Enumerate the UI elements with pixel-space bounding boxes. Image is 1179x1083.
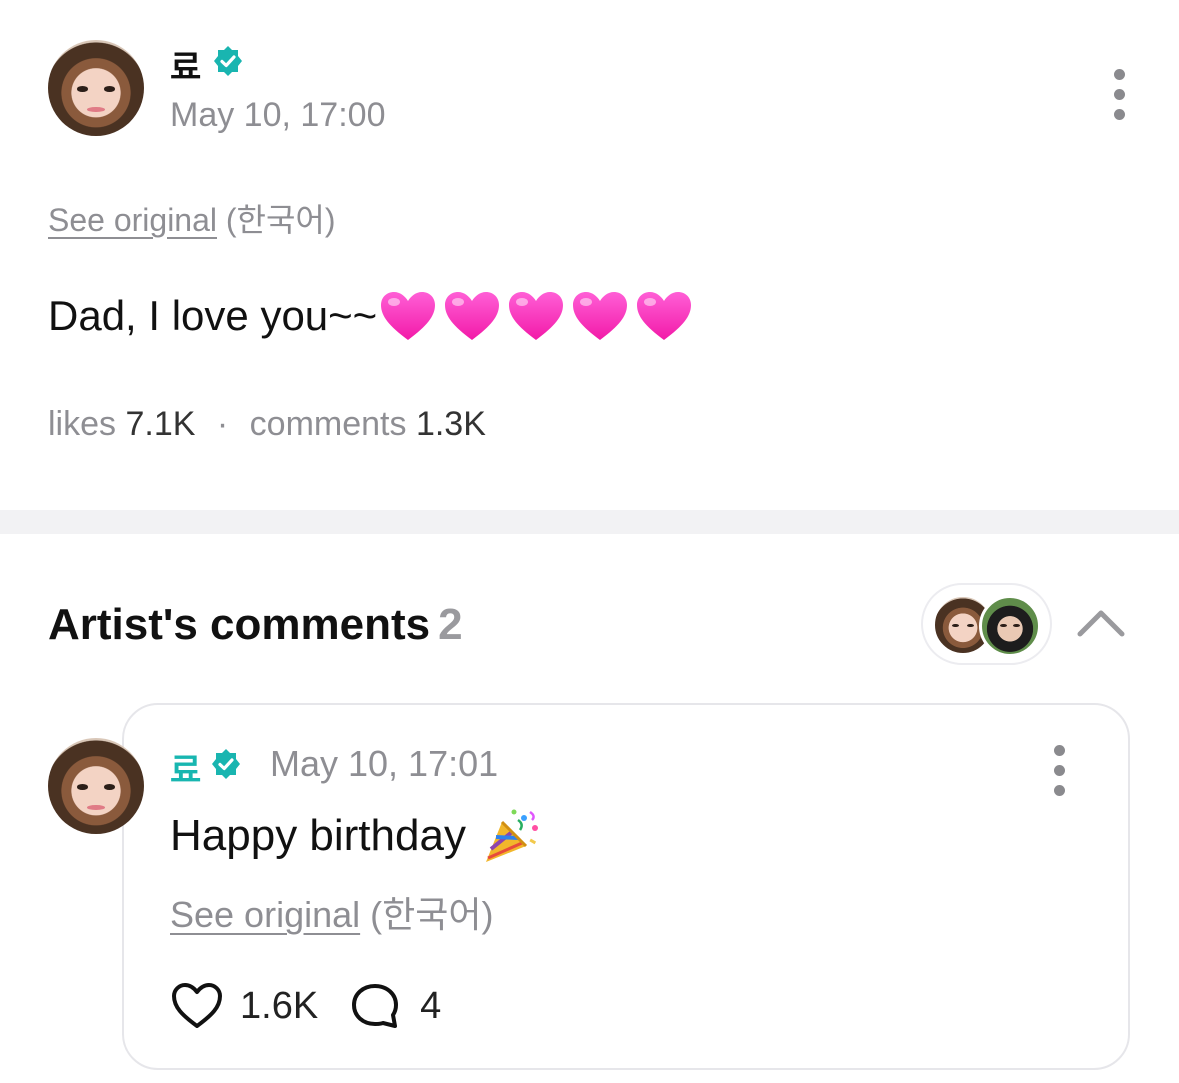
comment-actions: 1.6K 4 [170,982,441,1030]
comment-author-name[interactable]: 료 [170,743,201,792]
comment-reply-count: 4 [420,984,442,1027]
post-stats: likes 7.1K · comments 1.3K [48,405,486,444]
original-language: (한국어) [225,202,336,238]
pink-heart-icon [573,292,628,340]
artist-avatars-pill[interactable] [921,583,1052,665]
see-original-link[interactable]: See original [48,202,217,238]
post-text-content: Dad, I love you~~ [48,292,378,339]
likes-label: likes [48,405,117,443]
comment-see-original-link[interactable]: See original [170,894,360,935]
comment-text-content: Happy birthday [170,811,466,860]
artist-comments-header: Artist's comments 2 [48,600,463,650]
more-options-icon[interactable] [1109,69,1129,120]
pink-heart-icon [381,292,436,340]
comment-text: Happy birthday [170,806,542,866]
comments-count[interactable]: 1.3K [416,405,486,443]
comment-like-count: 1.6K [240,984,319,1027]
pink-heart-icon [509,292,564,340]
comment-see-original: See original (한국어) [170,886,493,938]
comment-author-avatar[interactable] [48,738,144,834]
party-popper-icon [485,809,538,862]
verified-badge-icon [214,46,242,76]
comment-bubble-icon[interactable] [350,982,400,1030]
author-avatar[interactable] [48,40,144,136]
chevron-up-icon[interactable] [1076,606,1126,640]
verified-badge-icon [212,749,240,779]
artist-comments-count: 2 [438,600,463,649]
post: 료 May 10, 17:00 See original (한국어) Dad, … [0,0,1179,510]
section-divider [0,510,1179,534]
artist-avatar [979,595,1041,657]
stats-separator: · [216,405,229,443]
see-original: See original (한국어) [48,195,336,241]
post-date: May 10, 17:00 [170,96,386,134]
comment-original-language: (한국어) [370,894,494,935]
heart-outline-icon[interactable] [170,982,224,1030]
comment-date: May 10, 17:01 [270,743,499,784]
heart-emojis [379,290,693,342]
comments-label: comments [249,405,407,443]
comment-more-options-icon[interactable] [1049,745,1069,796]
artist-comments-title: Artist's comments [48,600,431,649]
post-text: Dad, I love you~~ [48,290,693,342]
likes-count[interactable]: 7.1K [125,405,195,443]
pink-heart-icon [637,292,692,340]
pink-heart-icon [445,292,500,340]
author-name[interactable]: 료 [170,40,201,89]
